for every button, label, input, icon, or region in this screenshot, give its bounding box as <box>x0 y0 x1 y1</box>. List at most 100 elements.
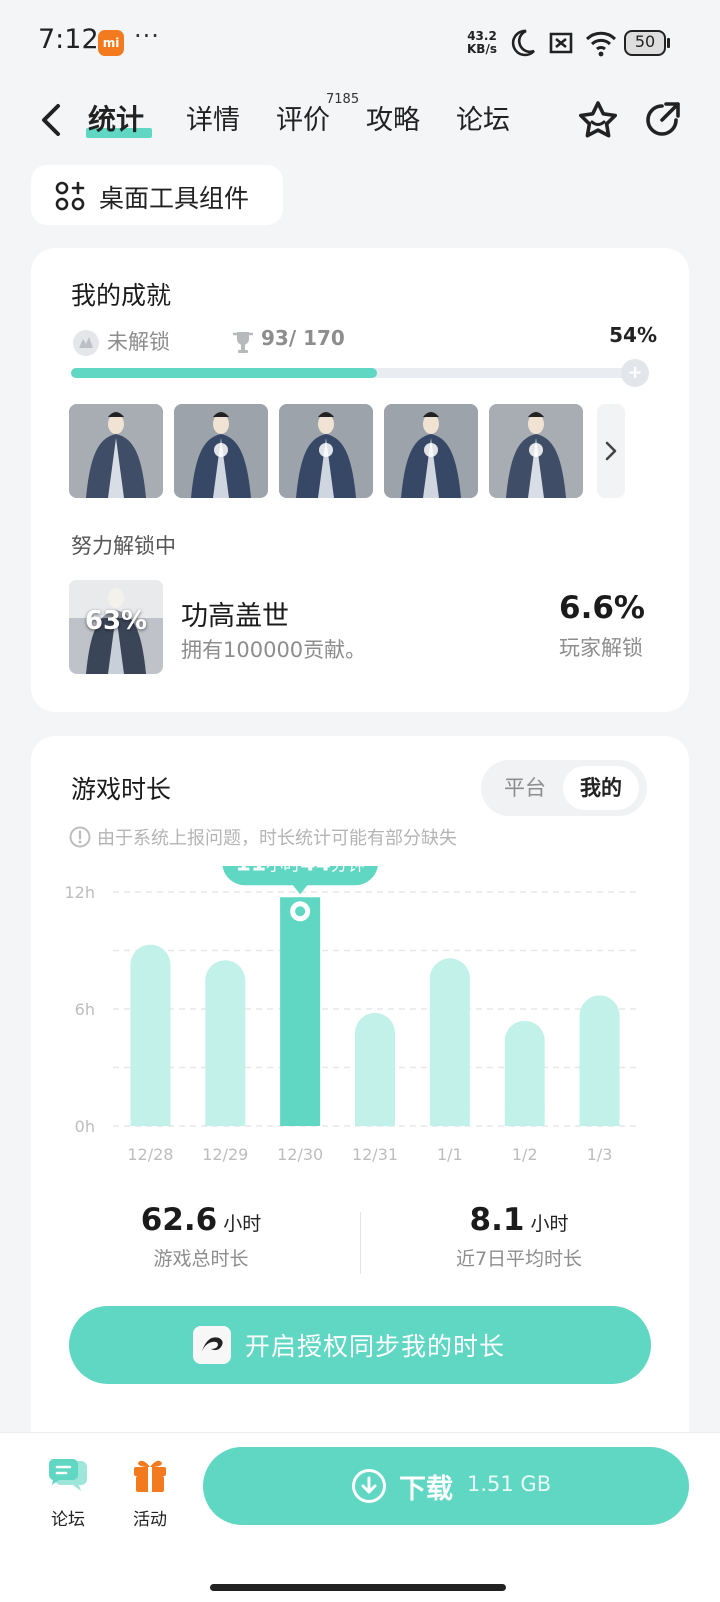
tooltip-text-part: 分钟 <box>331 866 365 875</box>
more-achievements-button[interactable] <box>597 404 625 498</box>
tab-guides[interactable]: 攻略 <box>366 98 420 137</box>
avg-label: 近7日平均时长 <box>455 1248 583 1270</box>
achievement-count: 93/ 170 <box>261 326 345 350</box>
tab-reviews[interactable]: 评价 <box>276 98 330 137</box>
stats-divider <box>360 1212 361 1274</box>
total-label: 游戏总时长 <box>153 1248 249 1270</box>
network-speed: 43.2 KB/s <box>467 30 497 56</box>
total-unit: 小时 <box>223 1213 262 1235</box>
achievement-progress-fill <box>71 368 377 378</box>
x-tick-label: 1/2 <box>512 1145 538 1164</box>
bottom-bar: 论坛 活动 下载 1.51 GB <box>0 1432 720 1602</box>
chart-bar-base <box>429 1106 470 1126</box>
toggle-platform[interactable]: 平台 <box>487 766 563 810</box>
tooltip-text-part: 小时 <box>266 866 300 875</box>
unlocking-label: 努力解锁中 <box>71 534 176 558</box>
download-icon <box>352 1469 386 1503</box>
no-sim-icon <box>549 32 573 54</box>
avg-value: 8.1 <box>469 1202 525 1238</box>
robed-figure-image <box>279 404 373 498</box>
widget-grid-icon <box>55 181 85 211</box>
chart-bar <box>429 958 470 1126</box>
dragon-icon <box>193 1326 231 1364</box>
favorite-star-icon[interactable] <box>576 98 620 142</box>
sync-label: 开启授权同步我的时长 <box>245 1332 506 1361</box>
widget-label: 桌面工具组件 <box>99 184 250 213</box>
desktop-widget-button[interactable]: 桌面工具组件 <box>31 165 283 225</box>
player-unlock-label: 玩家解锁 <box>559 636 643 660</box>
share-icon[interactable] <box>640 98 684 142</box>
x-tick-label: 12/31 <box>352 1145 398 1164</box>
playtime-notice: 由于系统上报问题，时长统计可能有部分缺失 <box>69 824 457 850</box>
chart-bar-base <box>130 1106 171 1126</box>
chart-bar-base <box>504 1106 545 1126</box>
bottom-activity[interactable]: 活动 <box>120 1455 180 1530</box>
review-count-badge: 7185 <box>326 92 360 107</box>
y-tick-label: 12h <box>65 883 96 902</box>
x-tick-label: 1/3 <box>587 1145 613 1164</box>
y-tick-label: 6h <box>75 1000 95 1019</box>
mi-app-icon: mi <box>98 30 124 56</box>
moon-icon <box>511 29 535 57</box>
battery-level: 50 <box>634 32 656 51</box>
chart-bar <box>205 960 246 1126</box>
x-tick-label: 12/29 <box>202 1145 248 1164</box>
game-app-icon <box>193 1326 231 1364</box>
forum-label: 论坛 <box>51 1510 85 1530</box>
home-indicator <box>210 1584 506 1591</box>
chart-bar-base <box>205 1106 246 1126</box>
playtime-bar-chart: 0h 6h 12h 12/28 12/29 12/30 11小时44分钟 12/31 1/1 1/… <box>65 839 637 1164</box>
battery-icon: 50 <box>624 30 670 56</box>
chart-bar-base <box>579 1106 620 1126</box>
activity-label: 活动 <box>133 1510 167 1530</box>
status-time: 7:12 <box>38 24 99 55</box>
achievement-thumb[interactable] <box>69 404 163 498</box>
achievement-thumb[interactable] <box>489 404 583 498</box>
achievement-thumb[interactable] <box>174 404 268 498</box>
download-label: 下载 <box>399 1474 453 1505</box>
notice-text: 由于系统上报问题，时长统计可能有部分缺失 <box>97 828 457 849</box>
x-tick-label: 12/28 <box>127 1145 173 1164</box>
achievement-desc: 拥有100000贡献。 <box>181 638 367 662</box>
tooltip-text-part: 11 <box>236 866 267 876</box>
bottom-forum[interactable]: 论坛 <box>38 1455 98 1530</box>
chart-bar <box>280 897 321 1126</box>
network-speed-unit: KB/s <box>467 42 497 56</box>
avg-unit: 小时 <box>530 1213 569 1235</box>
tab-details[interactable]: 详情 <box>186 98 240 137</box>
playtime-card: 游戏时长 平台 我的 由于系统上报问题，时长统计可能有部分缺失 0h 6h 12h 1… <box>31 736 689 1432</box>
status-bar: 7:12 mi ··· 43.2 KB/s 50 <box>0 0 720 86</box>
back-icon[interactable] <box>36 102 66 138</box>
gift-icon <box>134 1460 166 1492</box>
highlight-marker-inner <box>295 906 306 917</box>
robed-figure-image <box>69 404 163 498</box>
achievement-name: 功高盖世 <box>181 601 289 632</box>
download-button[interactable]: 下载 1.51 GB <box>203 1447 689 1525</box>
locked-label: 未解锁 <box>107 330 170 354</box>
total-value: 62.6 <box>140 1202 218 1238</box>
sync-playtime-button[interactable]: 开启授权同步我的时长 <box>69 1306 651 1384</box>
achievement-meta: 未解锁 93/ 170 54% <box>71 323 657 360</box>
chevron-right-icon <box>605 441 617 461</box>
achievement-thumbnails <box>69 404 629 498</box>
avg-playtime: 8.1 小时 近7日平均时长 <box>369 1202 669 1271</box>
achievement-percent: 54% <box>609 323 657 347</box>
forum-chat-icon <box>48 1459 87 1491</box>
toggle-mine[interactable]: 我的 <box>563 766 639 810</box>
download-size: 1.51 GB <box>467 1472 552 1496</box>
achievement-thumb[interactable] <box>384 404 478 498</box>
robed-figure-image <box>174 404 268 498</box>
tab-forum[interactable]: 论坛 <box>456 98 510 137</box>
chart-bar <box>130 944 171 1126</box>
total-playtime: 62.6 小时 游戏总时长 <box>51 1202 351 1271</box>
achievement-thumb[interactable] <box>279 404 373 498</box>
tab-stats[interactable]: 统计 <box>88 98 144 138</box>
progress-end-plus-icon: + <box>621 359 649 387</box>
chart-bar-base <box>355 1106 395 1126</box>
top-nav: 统计 详情 评价 7185 攻略 论坛 <box>0 86 720 156</box>
in-progress-achievement[interactable]: 63% 功高盖世 拥有100000贡献。 6.6% 玩家解锁 <box>69 580 645 674</box>
player-unlock-rate: 6.6% <box>559 590 645 626</box>
tooltip-text: 11小时44分钟 <box>236 866 365 876</box>
robed-figure-image <box>489 404 583 498</box>
x-tick-label: 12/30 <box>277 1145 323 1164</box>
